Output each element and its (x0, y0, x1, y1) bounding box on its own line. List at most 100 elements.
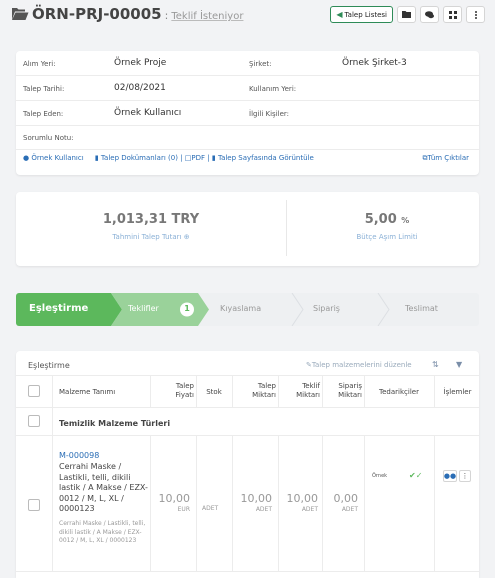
estimated-total-caption[interactable]: Tahmini Talep Tutarı ⊕ (36, 233, 266, 241)
budget-limit-value: 5,00 (364, 212, 397, 227)
folder-icon (402, 11, 411, 18)
supplier-name[interactable]: Örnek (372, 473, 387, 479)
folder-open-icon: ▮ (211, 154, 216, 162)
select-all-checkbox[interactable] (28, 385, 40, 397)
col-order-qty[interactable]: Sipariş Miktarı (324, 382, 362, 400)
col-request-qty[interactable]: Talep Miktarı (234, 382, 276, 400)
folder-button[interactable] (397, 6, 416, 23)
item-row-border (16, 571, 479, 572)
company-label: Şirket: (249, 60, 272, 68)
requester-link[interactable]: Örnek Kullanıcı (31, 154, 83, 162)
row-checkbox[interactable] (28, 499, 40, 511)
request-date-value: 02/08/2021 (114, 83, 166, 93)
request-links: ● Örnek Kullanıcı ▮ Talep Dokümanları (0… (16, 151, 479, 167)
request-qty-cell: 10,00 ADET (234, 492, 273, 513)
all-outputs-link-wrap: ⧉Tüm Çıktılar (423, 154, 469, 163)
col-stock[interactable]: Stok (198, 388, 230, 397)
page-header: ÖRN-PRJ-00005 : Teklif İsteniyor ◀ Talep… (0, 0, 495, 36)
offer-qty-cell: 10,00 ADET (280, 492, 319, 513)
material-sub-description: Cerrahi Maske / Lastikli, telli, dikili … (59, 520, 146, 544)
requester-value: Örnek Kullanıcı (114, 108, 182, 118)
back-to-list-button[interactable]: ◀ Talep Listesi (330, 6, 393, 23)
back-to-list-label: Talep Listesi (344, 10, 387, 19)
pdf-link[interactable]: PDF (191, 154, 205, 162)
request-date-label: Talep Tarihi: (23, 85, 65, 93)
request-links-left: ● Örnek Kullanıcı ▮ Talep Dokümanları (0… (23, 154, 314, 162)
arrow-left-icon: ◀ (336, 10, 343, 19)
request-info-card: Alım Yeri: Örnek Proje Şirket: Örnek Şir… (16, 51, 479, 175)
info-row-request-date: Talep Tarihi: 02/08/2021 Kullanım Yeri: (16, 76, 479, 101)
offer-qty-unit: ADET (301, 506, 318, 513)
request-qty-value: 10,00 (240, 492, 273, 505)
step-order[interactable]: Sipariş (313, 304, 340, 313)
more-vertical-icon: ⋮ (461, 472, 469, 480)
header-actions: ◀ Talep Listesi (330, 6, 485, 23)
matching-table-card: Eşleştirme ✎Talep malzemelerini düzenle … (16, 351, 479, 578)
budget-limit-unit: % (401, 216, 410, 225)
link-separator: | (180, 154, 183, 162)
user-icon: ● (23, 154, 30, 162)
table-title: Eşleştirme (28, 361, 70, 370)
purchase-place-label: Alım Yeri: (23, 60, 56, 68)
col-offer-qty[interactable]: Teklif Miktarı (280, 382, 320, 400)
all-outputs-link[interactable]: Tüm Çıktılar (428, 154, 469, 162)
order-qty-cell: 0,00 ADET (324, 492, 359, 513)
more-button[interactable] (466, 6, 485, 23)
double-check-icon: ✔✓ (409, 471, 423, 480)
price-value: 10,00 (158, 492, 191, 505)
budget-limit: 5,00 % Bütçe Aşım Limiti (272, 212, 495, 241)
estimated-total-value: 1,013,31 TRY (102, 212, 200, 227)
request-qty-unit: ADET (255, 506, 272, 513)
page-title: ÖRN-PRJ-00005 : Teklif İsteniyor (12, 5, 243, 23)
request-code: ÖRN-PRJ-00005 (32, 5, 162, 23)
col-price[interactable]: Talep Fiyatı (152, 382, 194, 400)
usage-place-label: Kullanım Yeri: (249, 85, 297, 93)
documents-link[interactable]: Talep Dokümanları (0) (101, 154, 178, 162)
info-row-requester: Talep Eden: Örnek Kullanıcı İlgili Kişil… (16, 101, 479, 126)
info-row-responsible-note: Sorumlu Notu: (16, 126, 479, 150)
col-actions: İşlemler (443, 388, 472, 396)
estimated-total: 1,013,31 TRY Tahmini Talep Tutarı ⊕ (36, 212, 266, 241)
related-people-label: İlgili Kişiler: (249, 110, 290, 118)
company-value: Örnek Şirket-3 (342, 58, 407, 68)
material-code-link[interactable]: M-000098 (59, 451, 99, 460)
comments-button[interactable] (420, 6, 439, 23)
document-icon: ▮ (94, 154, 99, 162)
folder-open-icon (12, 8, 29, 20)
sort-icon[interactable]: ⇅ (432, 360, 439, 369)
price-cell: 10,00 EUR (152, 492, 191, 513)
budget-limit-value-wrap: 5,00 % (272, 212, 495, 227)
info-row-purchase-place: Alım Yeri: Örnek Proje Şirket: Örnek Şir… (16, 51, 479, 76)
users-icon: ●● (443, 472, 457, 480)
request-status[interactable]: Teklif İsteniyor (171, 11, 243, 22)
process-steps: Eşleştirme Teklifler 1 Kıyaslama Sipariş… (16, 293, 479, 326)
order-qty-unit: ADET (341, 506, 358, 513)
row-more-button[interactable]: ⋮ (459, 470, 471, 482)
order-qty-value: 0,00 (333, 492, 359, 505)
table-top-border (16, 375, 479, 376)
chat-icon (425, 10, 434, 18)
grid-button[interactable] (443, 6, 462, 23)
group-name: Temizlik Malzeme Türleri (59, 419, 171, 428)
assign-suppliers-button[interactable]: ●● (443, 470, 457, 482)
step-active-shape (111, 293, 209, 326)
group-checkbox[interactable] (28, 415, 40, 427)
step-comparison[interactable]: Kıyaslama (220, 304, 261, 313)
step-matching[interactable]: Eşleştirme (29, 303, 88, 314)
table-header-border (16, 407, 479, 408)
edit-materials-link[interactable]: ✎Talep malzemelerini düzenle (306, 361, 412, 369)
col-material[interactable]: Malzeme Tanımı (59, 388, 115, 397)
group-row-border (16, 435, 479, 436)
responsible-note-label: Sorumlu Notu: (23, 134, 74, 142)
link-separator: | (207, 154, 210, 162)
budget-limit-caption: Bütçe Aşım Limiti (356, 233, 418, 241)
more-vertical-icon (474, 10, 477, 19)
col-suppliers[interactable]: Tedarikçiler (366, 388, 432, 397)
material-description: Cerrahi Maske / Lastikli, telli, dikili … (59, 462, 148, 513)
title-separator: : (164, 9, 169, 22)
view-on-request-page-link[interactable]: Talep Sayfasında Görüntüle (218, 154, 314, 162)
step-delivery[interactable]: Teslimat (405, 304, 438, 313)
step-offers-badge: 1 (184, 304, 190, 313)
filter-icon[interactable]: ▼ (456, 360, 462, 369)
step-offers[interactable]: Teklifler (128, 304, 159, 313)
